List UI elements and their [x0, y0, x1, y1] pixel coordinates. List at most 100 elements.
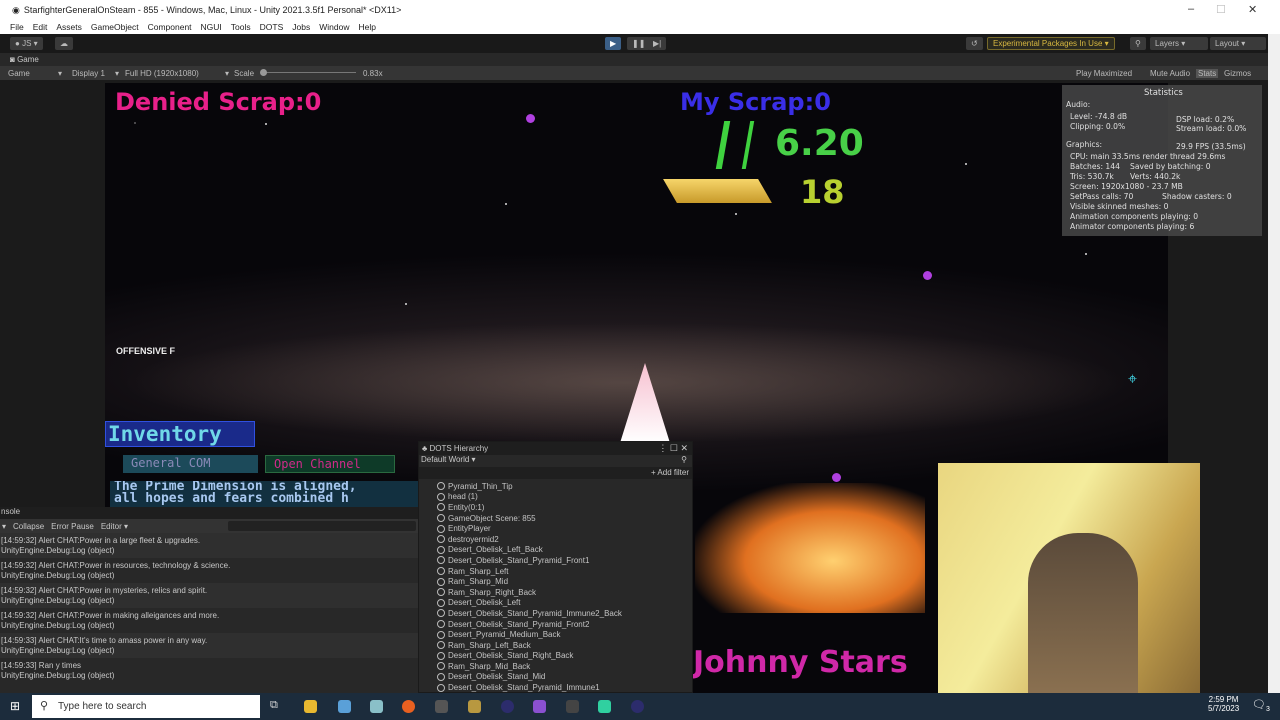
account-dropdown[interactable]: ● JS ▾ — [10, 37, 43, 50]
log-message: [14:59:32] Alert CHAT:Power in a large f… — [1, 536, 201, 545]
hierarchy-item[interactable]: Ram_Sharp_Mid — [419, 576, 692, 587]
collapse-button[interactable]: Collapse — [13, 522, 44, 531]
general-com-tab[interactable]: General COM — [123, 455, 258, 473]
hierarchy-item[interactable]: Ram_Sharp_Right_Back — [419, 587, 692, 598]
add-filter-button[interactable]: + Add filter — [651, 468, 689, 477]
history-button[interactable]: ↺ — [966, 37, 983, 50]
window-controls[interactable]: ⋮ ☐ ✕ — [658, 443, 688, 454]
notepad-icon[interactable] — [370, 700, 383, 713]
hierarchy-item[interactable]: Ram_Sharp_Left_Back — [419, 640, 692, 651]
task-view-icon[interactable]: ⧉ — [270, 699, 278, 712]
hierarchy-item[interactable]: Desert_Obelisk_Stand_Pyramid_Immune2_Bac… — [419, 608, 692, 619]
log-entry[interactable]: [14:59:33] Ran y times UnityEngine.Debug:… — [0, 658, 418, 683]
chat-box: The Prime Dimension is aligned, all hope… — [110, 481, 420, 507]
display-dropdown[interactable]: Display 1 — [72, 69, 105, 78]
hierarchy-item[interactable]: Desert_Obelisk_Stand_Pyramid_Immune1 — [419, 682, 692, 693]
menu-window[interactable]: Window — [319, 22, 349, 32]
taskbar-search-input[interactable]: ⚲ Type here to search — [32, 695, 260, 718]
unity-hub-icon[interactable] — [435, 700, 448, 713]
log-entry[interactable]: [14:59:32] Alert CHAT:Power in resources… — [0, 558, 418, 583]
unity-icon[interactable] — [566, 700, 579, 713]
world-dropdown[interactable]: Default World ▾ ⚲ — [419, 455, 692, 467]
hierarchy-item[interactable]: Desert_Obelisk_Stand_Mid — [419, 672, 692, 683]
layout-dropdown[interactable]: Layout ▾ — [1210, 37, 1266, 50]
eclipse-icon[interactable] — [631, 700, 644, 713]
notifications-icon[interactable]: 🗨3 — [1252, 698, 1270, 713]
windows-start-icon[interactable]: ⊞ — [10, 699, 20, 713]
hierarchy-item[interactable]: Desert_Obelisk_Stand_Pyramid_Front1 — [419, 555, 692, 566]
entity-icon — [437, 492, 445, 501]
search-button[interactable]: ⚲ — [1130, 37, 1146, 50]
game-tab[interactable]: ◙ Game — [0, 53, 1268, 66]
hierarchy-item-label: GameObject Scene: 855 — [448, 513, 536, 523]
cloud-button[interactable]: ☁ — [55, 37, 73, 50]
error-pause-button[interactable]: Error Pause — [51, 522, 94, 531]
search-icon[interactable]: ⚲ — [681, 455, 687, 464]
dots-hierarchy-tab[interactable]: ♣ DOTS Hierarchy ⋮ ☐ ✕ — [419, 442, 692, 455]
minimize-button[interactable]: – — [1188, 3, 1194, 15]
hierarchy-item[interactable]: destroyermid2 — [419, 534, 692, 545]
hierarchy-search-input[interactable]: + Add filter — [419, 467, 692, 479]
menu-tools[interactable]: Tools — [231, 22, 251, 32]
menu-gameobject[interactable]: GameObject — [91, 22, 139, 32]
menu-help[interactable]: Help — [358, 22, 375, 32]
league-icon[interactable] — [468, 700, 481, 713]
hierarchy-item[interactable]: head (1) — [419, 492, 692, 503]
hierarchy-item[interactable]: Pyramid_Thin_Tip — [419, 481, 692, 492]
menu-assets[interactable]: Assets — [56, 22, 82, 32]
mute-audio-toggle[interactable]: Mute Audio — [1150, 69, 1190, 78]
log-entry[interactable]: [14:59:32] Alert CHAT:Power in making al… — [0, 608, 418, 633]
obs-icon[interactable] — [598, 700, 611, 713]
hierarchy-item[interactable]: Desert_Obelisk_Stand_Right_Back — [419, 651, 692, 662]
stats-toggle[interactable]: Stats — [1196, 69, 1219, 78]
open-channel-tab[interactable]: Open Channel — [265, 455, 395, 473]
stats-screen: Screen: 1920x1080 - 23.7 MB — [1070, 182, 1183, 191]
hierarchy-item[interactable]: Desert_Obelisk_Left_Back — [419, 545, 692, 556]
play-button[interactable]: ▶ — [605, 37, 622, 50]
player-ship — [620, 363, 670, 443]
menu-dots[interactable]: DOTS — [260, 22, 284, 32]
hierarchy-item[interactable]: Entity(0:1) — [419, 502, 692, 513]
log-trace: UnityEngine.Debug:Log (object) — [1, 571, 115, 580]
editor-dropdown[interactable]: Editor ▾ — [101, 522, 128, 531]
gamepad-icon: ◙ — [10, 55, 18, 64]
hierarchy-item[interactable]: EntityPlayer — [419, 523, 692, 534]
eclipse-icon[interactable] — [501, 700, 514, 713]
console-tab[interactable]: nsole — [0, 507, 418, 519]
hierarchy-item[interactable]: GameObject Scene: 855 — [419, 513, 692, 524]
entity-icon — [437, 503, 445, 512]
menu-file[interactable]: File — [10, 22, 24, 32]
close-button[interactable]: ✕ — [1248, 3, 1257, 16]
menu-ngui[interactable]: NGUI — [201, 22, 222, 32]
hierarchy-item[interactable]: Desert_Obelisk_Stand_Pyramid_Front2 — [419, 619, 692, 630]
entity-icon — [437, 567, 445, 576]
play-maximized-dropdown[interactable]: Play Maximized — [1076, 69, 1132, 78]
pause-button[interactable]: ❚❚ — [627, 37, 651, 50]
gizmos-dropdown[interactable]: Gizmos — [1224, 69, 1251, 78]
log-entry[interactable]: [14:59:32] Alert CHAT:Power in a large f… — [0, 533, 418, 558]
hierarchy-item[interactable]: Ram_Sharp_Mid_Back — [419, 661, 692, 672]
console-search-input[interactable] — [228, 521, 416, 531]
experimental-packages-button[interactable]: Experimental Packages In Use ▾ — [987, 37, 1115, 50]
inventory-button[interactable]: Inventory — [105, 421, 255, 447]
menu-jobs[interactable]: Jobs — [292, 22, 310, 32]
hierarchy-item[interactable]: Desert_Obelisk_Left — [419, 598, 692, 609]
file-explorer-icon[interactable] — [304, 700, 317, 713]
firefox-icon[interactable] — [402, 700, 415, 713]
app-icon[interactable] — [338, 700, 351, 713]
menu-edit[interactable]: Edit — [33, 22, 48, 32]
scale-slider[interactable] — [260, 69, 356, 76]
visual-studio-icon[interactable] — [533, 700, 546, 713]
step-button[interactable]: ▶| — [648, 37, 667, 50]
resolution-dropdown[interactable]: Full HD (1920x1080) — [125, 69, 199, 78]
log-entry[interactable]: [14:59:33] Alert CHAT:It's time to amass… — [0, 633, 418, 658]
log-entry[interactable]: [14:59:32] Alert CHAT:Power in mysteries… — [0, 583, 418, 608]
hierarchy-item[interactable]: Desert_Pyramid_Medium_Back — [419, 629, 692, 640]
clock[interactable]: 2:59 PM 5/7/2023 — [1208, 695, 1239, 713]
maximize-button[interactable]: ☐ — [1216, 3, 1226, 16]
log-trace: UnityEngine.Debug:Log (object) — [1, 646, 115, 655]
hierarchy-item[interactable]: Ram_Sharp_Left — [419, 566, 692, 577]
game-mode-dropdown[interactable]: Game — [8, 69, 30, 78]
menu-component[interactable]: Component — [148, 22, 192, 32]
layers-dropdown[interactable]: Layers ▾ — [1150, 37, 1208, 50]
